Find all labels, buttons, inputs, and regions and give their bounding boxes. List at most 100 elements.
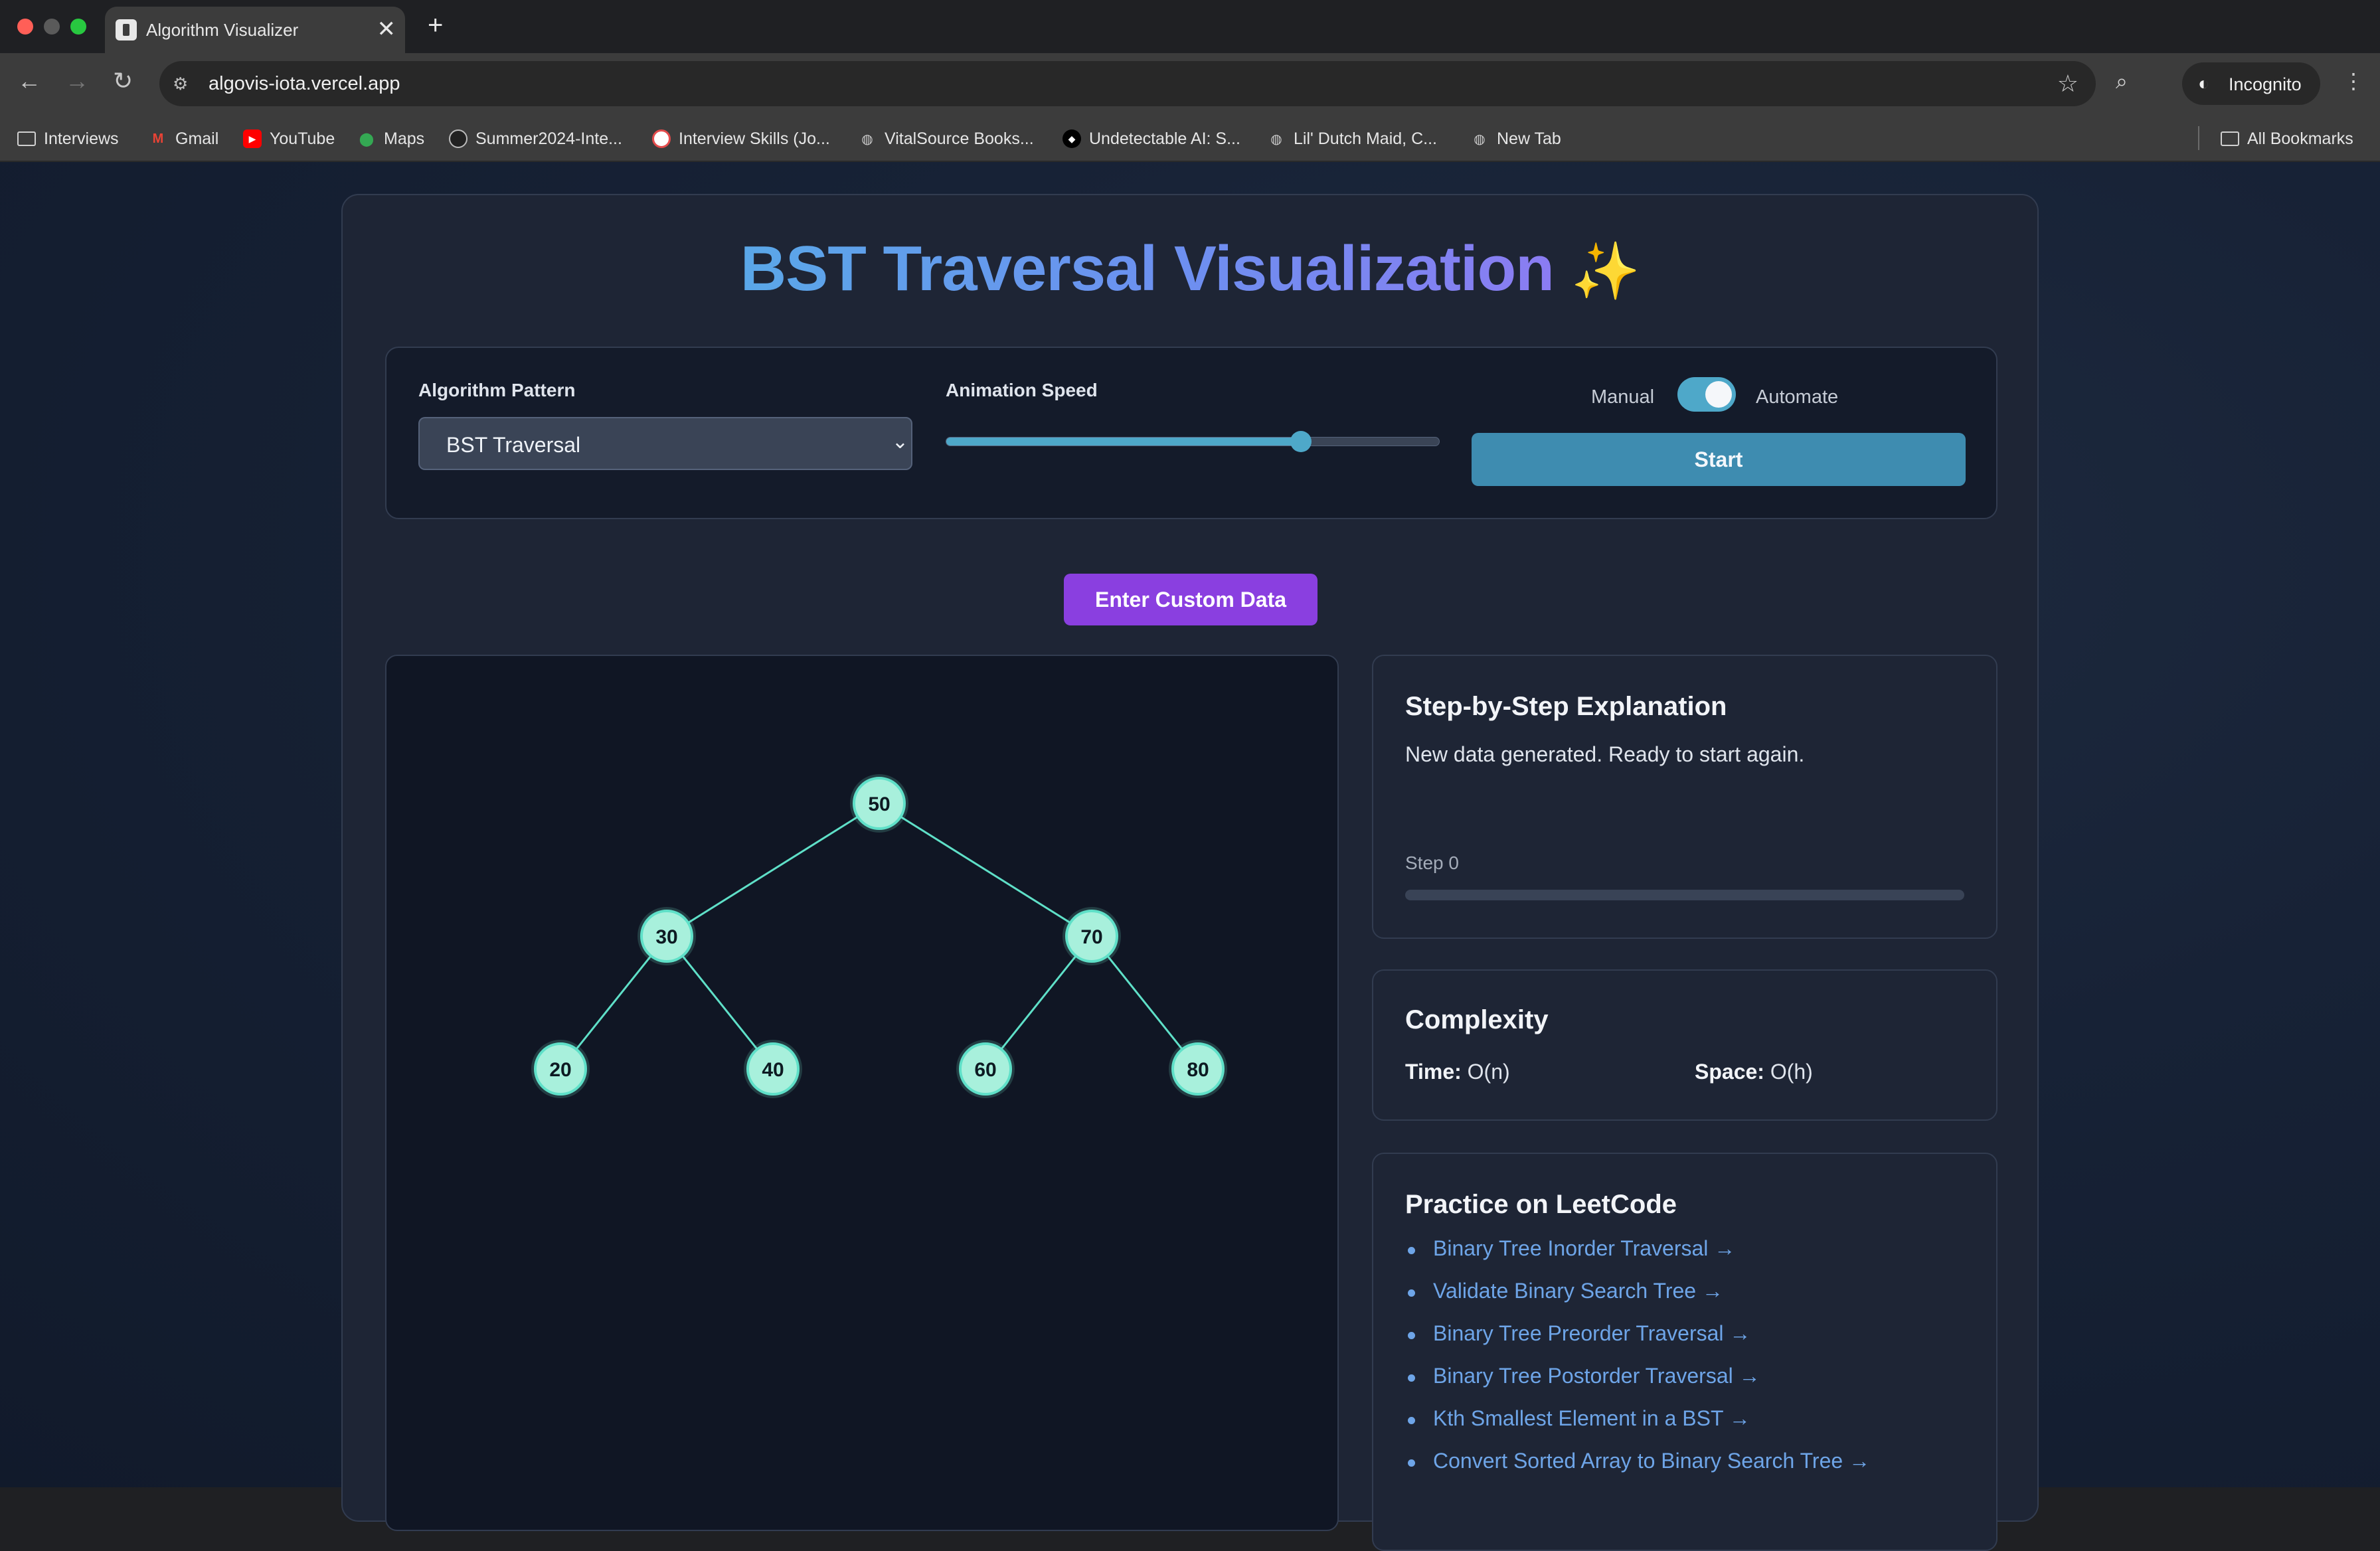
leetcode-link[interactable]: Validate Binary Search Tree → [1405, 1279, 1870, 1321]
bookmark-item[interactable]: M Gmail [149, 127, 219, 150]
explanation-panel: Step-by-Step Explanation New data genera… [1372, 655, 1998, 939]
tab-search-icon[interactable]: ⌕ [2116, 68, 2128, 94]
bookmark-label: Summer2024-Inte... [475, 129, 622, 148]
leetcode-link[interactable]: Kth Smallest Element in a BST → [1405, 1406, 1870, 1449]
tree-edge [879, 802, 1092, 938]
leetcode-link-text[interactable]: Binary Tree Inorder Traversal → [1433, 1236, 1735, 1260]
gmail-icon: M [152, 131, 164, 146]
bookmark-label: YouTube [270, 129, 335, 148]
bookmark-label: New Tab [1497, 129, 1561, 148]
tree-node-value: 50 [868, 793, 890, 815]
page-background: BST Traversal Visualization ✨ Algorithm … [0, 162, 2380, 1551]
leetcode-panel: Practice on LeetCode Binary Tree Inorder… [1372, 1153, 1998, 1551]
animation-speed-slider[interactable] [946, 431, 1440, 452]
bullet-icon [1408, 1289, 1415, 1297]
leetcode-link[interactable]: Binary Tree Inorder Traversal → [1405, 1236, 1870, 1279]
bookmark-item[interactable]: ◍ VitalSource Books... [858, 127, 1034, 150]
minimize-window-button[interactable] [44, 19, 60, 35]
tree-node-value: 30 [655, 926, 677, 948]
folder-icon [17, 131, 36, 146]
url-text[interactable]: algovis-iota.vercel.app [209, 73, 400, 95]
back-arrow-icon[interactable]: ← [17, 68, 41, 94]
mode-toggle[interactable] [1677, 377, 1736, 412]
bookmark-item[interactable]: ◍ Lil' Dutch Maid, C... [1267, 127, 1437, 150]
toggle-knob [1705, 381, 1732, 408]
bullet-icon [1408, 1374, 1415, 1382]
leetcode-link[interactable]: Binary Tree Preorder Traversal → [1405, 1321, 1870, 1364]
leetcode-link[interactable]: Convert Sorted Array to Binary Search Tr… [1405, 1449, 1870, 1491]
close-window-button[interactable] [17, 19, 33, 35]
page-title: BST Traversal Visualization ✨ [343, 232, 2037, 305]
menu-kebab-icon[interactable]: ⋮ [2343, 68, 2364, 94]
leetcode-link-text[interactable]: Kth Smallest Element in a BST → [1433, 1406, 1750, 1430]
main-card: BST Traversal Visualization ✨ Algorithm … [341, 194, 2039, 1551]
tree-node: 60 [956, 1040, 1015, 1098]
incognito-badge[interactable]: ◐ Incognito [2182, 62, 2320, 105]
bookmark-item[interactable]: Interviews [17, 127, 119, 150]
tree-node-value: 70 [1080, 926, 1102, 948]
bullet-icon [1408, 1417, 1415, 1424]
leetcode-link-text[interactable]: Validate Binary Search Tree → [1433, 1279, 1723, 1303]
globe-icon: ◍ [861, 131, 873, 147]
tab-close-icon[interactable]: ✕ [377, 16, 396, 42]
page-title-text: BST Traversal Visualization [740, 233, 1555, 304]
bullet-icon [1408, 1247, 1415, 1254]
leetcode-link-text[interactable]: Binary Tree Preorder Traversal → [1433, 1321, 1750, 1345]
tree-node: 50 [850, 774, 908, 833]
start-button[interactable]: Start [1472, 433, 1966, 486]
all-bookmarks-label: All Bookmarks [2247, 129, 2353, 148]
bookmark-star-icon[interactable]: ☆ [2057, 70, 2079, 97]
tree-canvas: 50 30 70 20 40 60 80 [531, 774, 1227, 1098]
leetcode-link[interactable]: Binary Tree Postorder Traversal → [1405, 1364, 1870, 1406]
slider-thumb[interactable] [1290, 431, 1312, 452]
forward-arrow-icon[interactable]: → [65, 68, 89, 94]
time-label: Time: [1405, 1060, 1462, 1084]
bookmark-item[interactable]: ◆ Undetectable AI: S... [1062, 127, 1240, 150]
leetcode-links: Binary Tree Inorder Traversal → Validate… [1405, 1236, 1870, 1491]
step-progress-bar [1405, 890, 1964, 900]
bookmark-item[interactable]: Summer2024-Inte... [449, 127, 622, 150]
enter-custom-data-button[interactable]: Enter Custom Data [1064, 574, 1318, 625]
controls-panel: Algorithm Pattern BST Traversal ⌄ Animat… [385, 347, 1998, 519]
bookmark-item[interactable]: ⬤ Maps [357, 127, 424, 150]
tree-node: 80 [1169, 1040, 1227, 1098]
bookmark-item[interactable]: ◍ New Tab [1470, 127, 1561, 150]
bookmark-label: VitalSource Books... [885, 129, 1034, 148]
tab-title: Algorithm Visualizer [146, 20, 299, 40]
space-complexity: Space: O(h) [1695, 1060, 1813, 1084]
maximize-window-button[interactable] [70, 19, 86, 35]
bookmark-label: Interview Skills (Jo... [679, 129, 830, 148]
algorithm-pattern-label: Algorithm Pattern [418, 380, 576, 400]
tree-node-value: 20 [549, 1059, 571, 1081]
browser-tab-strip: Algorithm Visualizer ✕ + [0, 0, 2380, 53]
new-tab-button[interactable]: + [428, 11, 443, 40]
active-tab[interactable]: Algorithm Visualizer ✕ [105, 7, 405, 53]
leetcode-link-text[interactable]: Binary Tree Postorder Traversal → [1433, 1364, 1760, 1388]
bookmark-item[interactable]: ▶ YouTube [243, 127, 335, 150]
algorithm-pattern-select[interactable]: BST Traversal ⌄ [418, 417, 912, 470]
site-icon: ◆ [1062, 129, 1081, 148]
slider-fill [946, 438, 1302, 446]
bookmark-label: Undetectable AI: S... [1089, 129, 1240, 148]
automate-mode-label: Automate [1756, 386, 1839, 408]
maps-icon: ⬤ [359, 131, 375, 147]
globe-icon: ◍ [1474, 131, 1486, 147]
explanation-text: New data generated. Ready to start again… [1405, 742, 1805, 766]
address-bar[interactable]: ⚙ algovis-iota.vercel.app ☆ [159, 61, 2096, 106]
site-settings-icon[interactable]: ⚙ [173, 73, 194, 94]
globe-icon: ◍ [1270, 131, 1282, 147]
reload-icon[interactable]: ↻ [113, 68, 133, 94]
bookmarks-bar: Interviews M Gmail ▶ YouTube ⬤ Maps Summ… [0, 116, 2380, 162]
tree-node: 30 [638, 907, 696, 965]
tree-node: 70 [1062, 907, 1121, 965]
bookmark-item[interactable]: Interview Skills (Jo... [652, 127, 830, 150]
tree-edge [666, 802, 880, 938]
leetcode-link-text[interactable]: Convert Sorted Array to Binary Search Tr… [1433, 1449, 1870, 1473]
chevron-down-icon: ⌄ [891, 431, 908, 453]
bookmark-label: Lil' Dutch Maid, C... [1294, 129, 1437, 148]
bookmark-label: Maps [384, 129, 425, 148]
all-bookmarks-button[interactable]: All Bookmarks [2221, 127, 2353, 150]
leetcode-heading: Practice on LeetCode [1405, 1190, 1677, 1219]
browser-toolbar: ← → ↻ ⚙ algovis-iota.vercel.app ☆ ⌕ ◐ In… [0, 53, 2380, 116]
tree-node-value: 40 [762, 1059, 784, 1081]
